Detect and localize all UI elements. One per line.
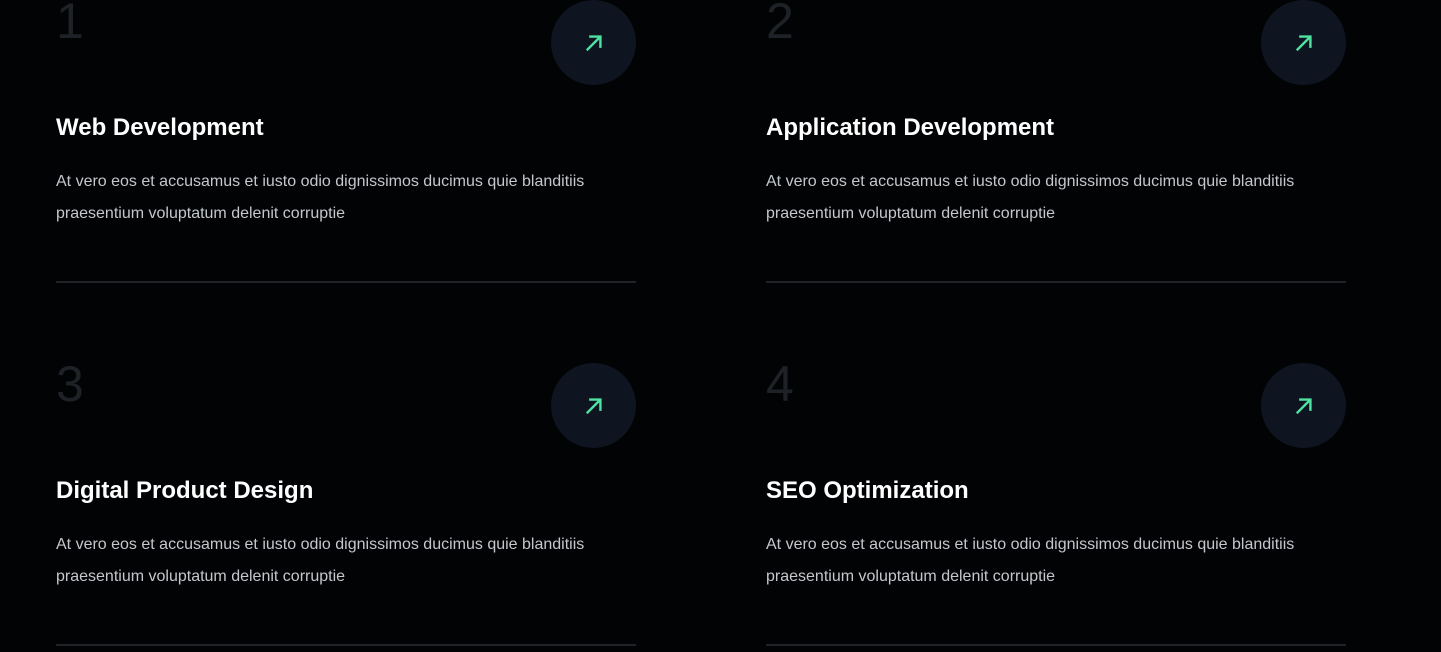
arrow-up-right-icon — [1295, 34, 1312, 51]
service-link-button[interactable] — [1261, 363, 1346, 448]
service-title[interactable]: SEO Optimization — [766, 476, 969, 506]
service-link-button[interactable] — [551, 363, 636, 448]
divider — [766, 644, 1346, 646]
service-link-button[interactable] — [1261, 0, 1346, 85]
service-number: 1 — [56, 0, 84, 49]
service-title[interactable]: Digital Product Design — [56, 476, 313, 506]
service-description: At vero eos et accusamus et iusto odio d… — [766, 173, 1295, 222]
service-title[interactable]: Application Development — [766, 113, 1054, 143]
service-number: 2 — [766, 0, 794, 49]
divider — [766, 281, 1346, 283]
service-title[interactable]: Web Development — [56, 113, 264, 143]
service-number: 4 — [766, 356, 794, 412]
services-grid: 1 Web Development At vero eos et accusam… — [0, 0, 1441, 652]
arrow-up-right-icon — [585, 397, 602, 414]
service-card-application-development: 2 Application Development At vero eos et… — [766, 0, 1346, 283]
service-number: 3 — [56, 356, 84, 412]
service-description: At vero eos et accusamus et iusto odio d… — [56, 173, 585, 222]
service-card-digital-product-design: 3 Digital Product Design At vero eos et … — [56, 345, 636, 646]
arrow-up-right-icon — [1295, 397, 1312, 414]
divider — [56, 281, 636, 283]
divider — [56, 644, 636, 646]
service-link-button[interactable] — [551, 0, 636, 85]
service-description: At vero eos et accusamus et iusto odio d… — [766, 536, 1295, 585]
arrow-up-right-icon — [585, 34, 602, 51]
service-card-web-development: 1 Web Development At vero eos et accusam… — [56, 0, 636, 283]
service-description: At vero eos et accusamus et iusto odio d… — [56, 536, 585, 585]
service-card-seo-optimization: 4 SEO Optimization At vero eos et accusa… — [766, 345, 1346, 646]
